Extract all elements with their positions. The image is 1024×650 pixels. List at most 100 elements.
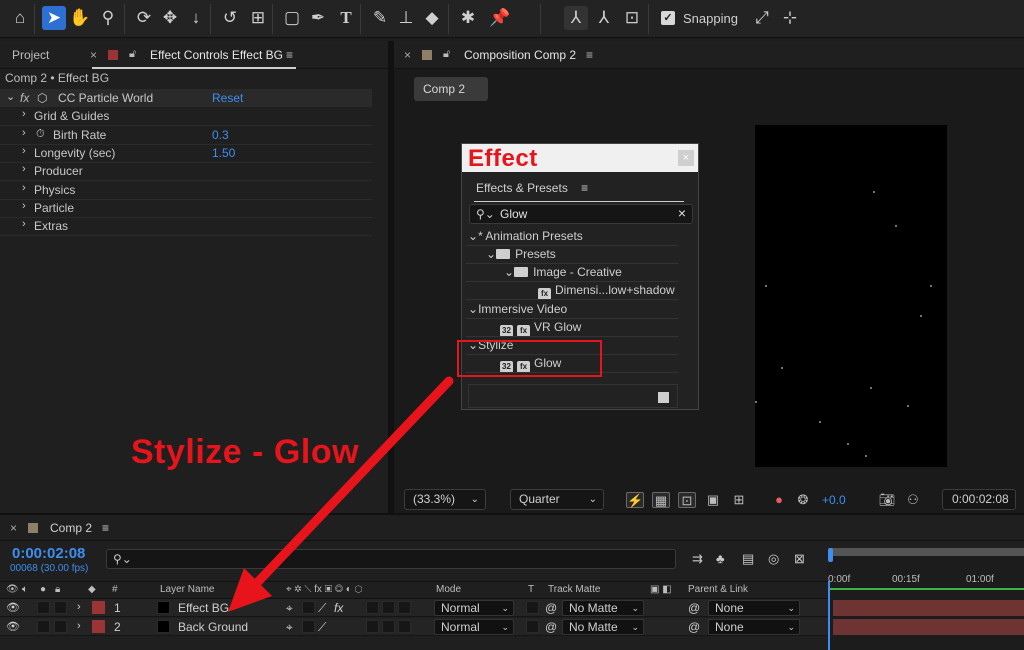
work-area-bar[interactable] <box>832 548 1024 556</box>
mode-dropdown[interactable]: Normal ⌄ <box>434 600 514 616</box>
type-tool-icon[interactable]: T <box>334 6 358 30</box>
parent-dropdown[interactable]: None ⌄ <box>708 619 800 635</box>
region-of-interest-icon[interactable]: ⊡ <box>678 492 696 508</box>
layer-name[interactable]: Effect BG <box>178 601 229 615</box>
layer-name[interactable]: Back Ground <box>178 620 248 634</box>
panel-menu-icon[interactable]: ≡ <box>581 181 588 195</box>
column-parent[interactable]: Parent & Link <box>688 584 748 595</box>
track-matte-dropdown[interactable]: No Matte ⌄ <box>562 619 644 635</box>
chevron-right-icon[interactable]: › <box>22 218 26 230</box>
clone-stamp-icon[interactable]: ⊥ <box>394 6 418 30</box>
graph-editor-icon[interactable]: ⊠ <box>794 551 805 567</box>
parent-pickwhip-icon[interactable]: @ <box>688 601 700 615</box>
property-row[interactable]: › ⏱︎ Birth Rate 0.3 <box>0 126 372 144</box>
track-matte-dropdown[interactable]: No Matte ⌄ <box>562 600 644 616</box>
lock-icon[interactable]: 🔓︎ <box>443 48 450 61</box>
color-management-icon[interactable]: ❂ <box>794 492 812 508</box>
close-icon[interactable]: × <box>678 150 694 166</box>
tab-project[interactable]: Project <box>12 48 49 62</box>
chevron-down-icon[interactable]: ⌄ <box>6 90 15 103</box>
property-value[interactable]: 1.50 <box>212 146 235 160</box>
chevron-right-icon[interactable]: › <box>22 182 26 194</box>
lock-toggle[interactable] <box>54 620 67 633</box>
switch-box[interactable] <box>382 601 395 614</box>
fast-previews-icon[interactable]: ⚡ <box>626 492 644 508</box>
layer-row[interactable]: 👁︎ › 2 Back Ground ⌖ ⟋ Normal ⌄ @ No Matt… <box>0 618 828 636</box>
pan-camera-icon[interactable]: ✥ <box>158 6 182 30</box>
axis-view-icon[interactable]: ⊡ <box>620 6 644 30</box>
pickwhip-icon[interactable]: @ <box>545 601 557 615</box>
chevron-down-icon[interactable]: ⌄ <box>486 247 496 261</box>
rectangle-tool-icon[interactable]: ▢ <box>280 6 304 30</box>
home-icon[interactable]: ⌂ <box>8 6 32 30</box>
tree-item-immersive-video[interactable]: ⌄Immersive Video <box>468 302 567 316</box>
shy-switch-icon[interactable]: ⌖ <box>286 620 293 635</box>
panel-menu-icon[interactable]: ≡ <box>286 48 293 62</box>
color-channels-icon[interactable]: ● <box>770 492 788 508</box>
switch-box[interactable] <box>382 620 395 633</box>
chevron-right-icon[interactable]: › <box>22 145 26 157</box>
tree-item-animation-presets[interactable]: ⌄* Animation Presets <box>468 229 583 243</box>
snapping-checkbox[interactable]: ✓ <box>661 11 675 25</box>
solo-toggle[interactable] <box>37 601 50 614</box>
stopwatch-icon[interactable]: ⏱︎ <box>36 128 45 141</box>
brush-tool-icon[interactable]: ✎ <box>368 6 392 30</box>
collapse-switch[interactable] <box>302 620 315 633</box>
select-tool-icon[interactable]: ➤ <box>42 6 66 30</box>
show-snapshot-icon[interactable]: ⚇ <box>904 492 922 508</box>
solo-icon[interactable]: ● <box>40 584 46 595</box>
effect-header-row[interactable]: ⌄ fx ⬡ CC Particle World Reset <box>0 89 372 107</box>
audio-icon[interactable]: 🔈︎ <box>22 584 28 595</box>
preserve-transparency-toggle[interactable] <box>526 601 539 614</box>
column-layer-name[interactable]: Layer Name <box>160 584 214 595</box>
snap-edge-icon[interactable]: ⤢ <box>750 6 774 30</box>
orbit-camera-icon[interactable]: ⟳ <box>132 6 156 30</box>
tree-item-image-creative[interactable]: ⌄ Image - Creative <box>504 265 622 279</box>
switch-box[interactable] <box>398 620 411 633</box>
chevron-down-icon[interactable]: ⌄ <box>504 265 514 279</box>
roto-brush-icon[interactable]: ✱ <box>456 6 480 30</box>
label-color-swatch[interactable] <box>92 620 105 633</box>
eye-icon[interactable]: 👁︎ <box>6 601 20 614</box>
column-track-matte[interactable]: Track Matte <box>548 584 600 595</box>
property-row[interactable]: › Grid & Guides <box>0 107 372 125</box>
motion-blur-icon[interactable]: ◎ <box>768 551 779 567</box>
quality-switch-icon[interactable]: ⟋ <box>318 620 326 635</box>
mask-visibility-icon[interactable]: ▣ <box>704 492 722 508</box>
shy-layers-icon[interactable]: ♣ <box>716 551 725 566</box>
lock-toggle[interactable] <box>54 601 67 614</box>
close-icon[interactable]: × <box>10 521 17 535</box>
hand-tool-icon[interactable]: ✋ <box>68 6 92 30</box>
rotate-tool-icon[interactable]: ↺ <box>218 6 242 30</box>
clear-search-icon[interactable]: × <box>678 205 686 221</box>
search-input[interactable]: Glow <box>500 207 527 221</box>
layer-duration-bar[interactable] <box>833 600 1024 616</box>
tab-composition[interactable]: Composition Comp 2 <box>464 48 576 62</box>
chevron-right-icon[interactable]: › <box>77 620 81 632</box>
layer-row[interactable]: 👁︎ › 1 Effect BG ⌖ ⟋ fx Normal ⌄ @ No Mat… <box>0 599 828 617</box>
parent-pickwhip-icon[interactable]: @ <box>688 620 700 634</box>
chevron-right-icon[interactable]: › <box>77 601 81 613</box>
timecode-display[interactable]: 0:00:02:08 <box>942 489 1016 510</box>
dolly-camera-icon[interactable]: ↓ <box>184 6 208 30</box>
snapshot-icon[interactable]: 📷︎ <box>878 492 896 508</box>
shy-switch-icon[interactable]: ⌖ <box>286 601 293 616</box>
tree-item-vr-glow[interactable]: 32 fx VR Glow <box>500 320 581 337</box>
eye-icon[interactable]: 👁︎ <box>6 620 20 633</box>
column-mode[interactable]: Mode <box>436 584 461 595</box>
chevron-down-icon[interactable]: ⌄ <box>468 302 478 316</box>
property-row[interactable]: › Particle <box>0 199 372 217</box>
effects-search-field[interactable]: ⚲⌄ Glow × <box>469 204 693 224</box>
new-folder-icon[interactable] <box>658 392 669 403</box>
panel-menu-icon[interactable]: ≡ <box>102 521 109 535</box>
property-row[interactable]: › Longevity (sec) 1.50 <box>0 144 372 162</box>
playhead[interactable] <box>828 548 833 562</box>
snap-feature-icon[interactable]: ⊹ <box>778 6 802 30</box>
quality-switch-icon[interactable]: ⟋ <box>318 601 326 616</box>
mode-dropdown[interactable]: Normal ⌄ <box>434 619 514 635</box>
lock-icon[interactable]: 🔓︎ <box>129 48 136 61</box>
axis-world-icon[interactable]: ⅄ <box>592 6 616 30</box>
close-icon[interactable]: × <box>404 48 411 62</box>
zoom-dropdown[interactable]: (33.3%) ⌄ <box>404 489 486 510</box>
chevron-right-icon[interactable]: › <box>22 108 26 120</box>
